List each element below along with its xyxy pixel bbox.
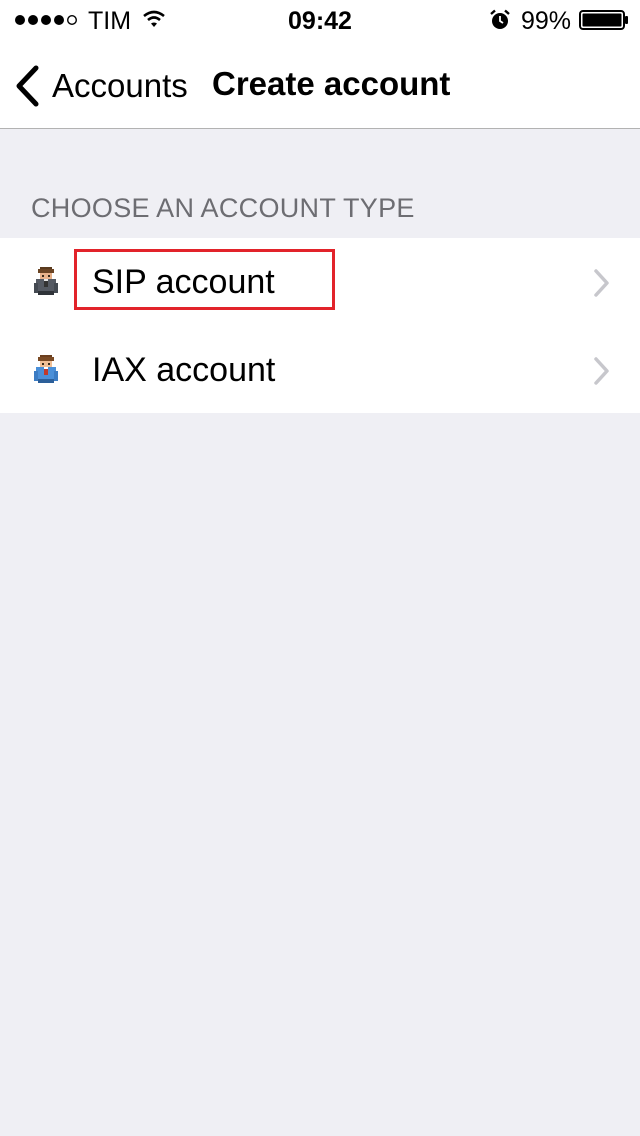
chevron-right-icon bbox=[594, 357, 609, 385]
back-button[interactable]: Accounts bbox=[14, 64, 188, 108]
list-item-iax-account[interactable]: IAX account bbox=[0, 326, 640, 414]
account-type-list: SIP account IAX account bbox=[0, 238, 640, 413]
chevron-right-icon bbox=[594, 269, 609, 297]
section-header: CHOOSE AN ACCOUNT TYPE bbox=[31, 193, 415, 223]
alarm-icon bbox=[490, 9, 510, 29]
battery-percent: 99% bbox=[521, 7, 572, 35]
chevron-left-icon bbox=[16, 65, 39, 107]
list-item-label: IAX account bbox=[92, 351, 276, 389]
status-bar: TIM 09:42 99% bbox=[0, 0, 640, 40]
highlight-box bbox=[74, 249, 335, 310]
page-title: Create account bbox=[212, 65, 451, 102]
iax-user-icon bbox=[34, 355, 58, 383]
list-item-sip-account[interactable]: SIP account bbox=[0, 238, 640, 327]
battery-icon bbox=[579, 10, 628, 30]
back-button-label: Accounts bbox=[52, 67, 188, 104]
navigation-bar: Accounts Create account bbox=[0, 40, 640, 129]
sip-user-icon bbox=[34, 267, 58, 295]
